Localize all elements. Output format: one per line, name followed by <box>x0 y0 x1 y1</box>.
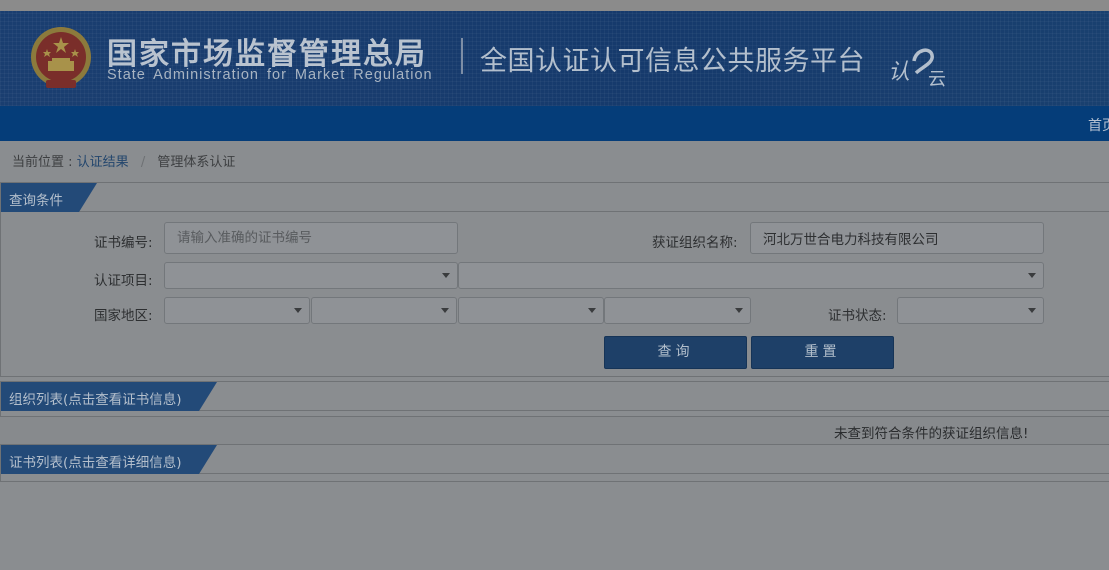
cert-list-panel: 证书列表(点击查看详细信息) <box>0 444 1109 482</box>
project-label: 认证项目: <box>94 273 153 289</box>
org-list-title: 组织列表(点击查看证书信息) <box>1 382 217 411</box>
project-select-secondary[interactable] <box>458 262 1044 289</box>
breadcrumb-prefix: 当前位置 : <box>12 155 73 170</box>
breadcrumb-current: 管理体系认证 <box>157 155 236 170</box>
chevron-down-icon <box>1028 273 1036 278</box>
org-list-header: 组织列表(点击查看证书信息) <box>1 382 1109 411</box>
org-name-en: State Administration for Market Regulati… <box>107 67 433 83</box>
cert-list-title: 证书列表(点击查看详细信息) <box>1 445 217 474</box>
cert-list-header: 证书列表(点击查看详细信息) <box>1 445 1109 474</box>
renyun-logo-icon: 认 云 <box>888 48 946 87</box>
chevron-down-icon <box>735 308 743 313</box>
region-select-city[interactable] <box>458 297 604 324</box>
org-name-input[interactable] <box>750 222 1044 254</box>
svg-text:云: 云 <box>928 69 946 87</box>
national-emblem-icon <box>31 27 91 88</box>
org-list-empty-row: 未查到符合条件的获证组织信息! <box>0 416 1109 444</box>
org-list-panel: 组织列表(点击查看证书信息) <box>0 381 1109 417</box>
reset-button[interactable]: 重置 <box>751 336 894 369</box>
platform-title: 全国认证认可信息公共服务平台 <box>480 46 865 77</box>
project-select-primary[interactable] <box>164 262 458 289</box>
status-label: 证书状态: <box>828 308 887 324</box>
chevron-down-icon <box>1028 308 1036 313</box>
status-select[interactable] <box>897 297 1044 324</box>
empty-result-message: 未查到符合条件的获证组织信息! <box>834 426 1029 442</box>
org-name-label: 获证组织名称: <box>652 235 738 251</box>
region-label: 国家地区: <box>94 308 153 324</box>
breadcrumb: 当前位置 : 认证结果 / 管理体系认证 <box>12 151 235 170</box>
cert-no-input[interactable] <box>164 222 458 254</box>
svg-text:认: 认 <box>888 60 910 85</box>
nav-home-link[interactable]: 首页 <box>1088 115 1109 135</box>
nav-bar: 首页 <box>0 106 1109 141</box>
region-select-province[interactable] <box>311 297 457 324</box>
chevron-down-icon <box>294 308 302 313</box>
chevron-down-icon <box>441 308 449 313</box>
query-panel-header: 查询条件 <box>1 183 1109 212</box>
chevron-down-icon <box>588 308 596 313</box>
breadcrumb-separator: / <box>140 155 146 170</box>
cert-no-label: 证书编号: <box>94 235 153 251</box>
region-select-country[interactable] <box>164 297 310 324</box>
chevron-down-icon <box>442 273 450 278</box>
site-header: 国家市场监督管理总局 State Administration for Mark… <box>0 11 1109 106</box>
query-panel-title: 查询条件 <box>1 183 97 212</box>
header-divider <box>461 38 463 74</box>
breadcrumb-link-results[interactable]: 认证结果 <box>77 155 129 170</box>
region-select-district[interactable] <box>604 297 751 324</box>
top-strip <box>0 0 1109 11</box>
search-button[interactable]: 查询 <box>604 336 747 369</box>
